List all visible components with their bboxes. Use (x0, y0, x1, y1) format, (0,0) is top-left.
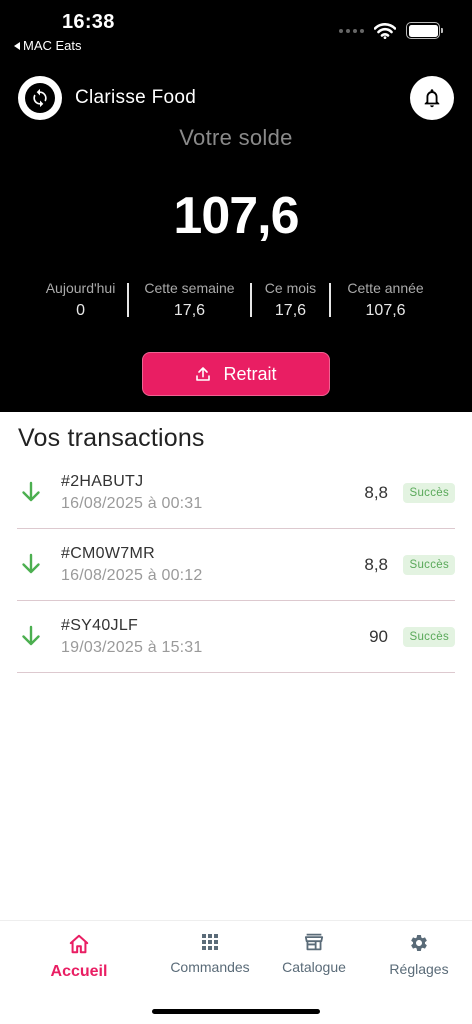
transaction-id: #SY40JLF (61, 617, 139, 634)
stat-value: 17,6 (173, 302, 206, 319)
battery-icon (406, 22, 443, 39)
status-indicators (339, 22, 443, 39)
arrow-down-icon (22, 553, 40, 574)
transaction-date: 16/08/2025 à 00:31 (61, 495, 203, 512)
tab-catalog[interactable]: Catalogue (259, 933, 369, 975)
transaction-date: 19/03/2025 à 15:31 (61, 639, 203, 656)
gear-icon (411, 935, 427, 951)
arrow-down-icon (22, 481, 40, 502)
stat-month: Ce mois 17,6 (252, 280, 329, 320)
transaction-amount: 90 (369, 627, 388, 646)
grid-icon (202, 934, 218, 950)
back-triangle-icon (14, 41, 20, 50)
balance-stats: Aujourd'hui 0 Cette semaine 17,6 Ce mois… (34, 280, 440, 320)
stat-week: Cette semaine 17,6 (129, 280, 250, 320)
transaction-amount: 8,8 (364, 555, 388, 574)
stat-value: 107,6 (365, 302, 406, 319)
tab-label: Catalogue (282, 959, 346, 975)
upload-icon (196, 367, 211, 381)
stat-label: Aujourd'hui (45, 280, 116, 296)
wifi-icon (374, 22, 396, 39)
stat-label: Ce mois (264, 280, 317, 296)
stat-label: Cette année (347, 280, 424, 296)
arrow-down-icon (22, 625, 40, 646)
balance-value: 107,6 (173, 187, 299, 245)
transaction-row[interactable]: #CM0W7MR 16/08/2025 à 00:12 8,8 Succès (17, 529, 455, 601)
transaction-id: #CM0W7MR (61, 545, 155, 562)
status-time: 16:38 (62, 11, 115, 33)
home-icon (69, 934, 89, 954)
back-to-app-link[interactable]: MAC Eats (14, 38, 82, 53)
tab-label: Réglages (389, 961, 449, 977)
sync-button[interactable] (18, 76, 62, 120)
tab-home[interactable]: Accueil (24, 933, 134, 981)
balance-header: 16:38 MAC Eats Clarisse Food Votre solde… (0, 0, 472, 412)
withdraw-label: Retrait (223, 363, 277, 384)
signal-icon (339, 28, 364, 33)
store-name: Clarisse Food (75, 87, 197, 108)
withdraw-button[interactable]: Retrait (142, 352, 330, 396)
bell-icon (424, 89, 440, 108)
balance-label: Votre solde (179, 125, 293, 150)
status-badge: Succès (403, 555, 455, 575)
back-app-label: MAC Eats (23, 38, 82, 53)
transaction-date: 16/08/2025 à 00:12 (61, 567, 203, 584)
stat-label: Cette semaine (144, 280, 235, 296)
sync-icon (33, 88, 47, 108)
stat-year: Cette année 107,6 (331, 280, 440, 320)
transaction-row[interactable]: #2HABUTJ 16/08/2025 à 00:31 8,8 Succès (17, 457, 455, 529)
stat-value: 17,6 (274, 302, 307, 319)
tab-label: Commandes (170, 959, 250, 975)
transaction-id: #2HABUTJ (61, 473, 144, 490)
transaction-row[interactable]: #SY40JLF 19/03/2025 à 15:31 90 Succès (17, 601, 455, 673)
transactions-list: #2HABUTJ 16/08/2025 à 00:31 8,8 Succès #… (17, 457, 455, 673)
stat-value: 0 (76, 302, 85, 319)
status-badge: Succès (403, 483, 455, 503)
transactions-title: Vos transactions (18, 424, 205, 452)
tab-settings[interactable]: Réglages (364, 933, 472, 977)
tab-orders[interactable]: Commandes (155, 933, 265, 975)
transaction-amount: 8,8 (364, 483, 388, 502)
notifications-button[interactable] (410, 76, 454, 120)
store-icon (304, 933, 324, 951)
home-indicator (152, 1009, 320, 1014)
stat-today: Aujourd'hui 0 (34, 280, 127, 320)
tab-label: Accueil (50, 963, 108, 980)
status-badge: Succès (403, 627, 455, 647)
